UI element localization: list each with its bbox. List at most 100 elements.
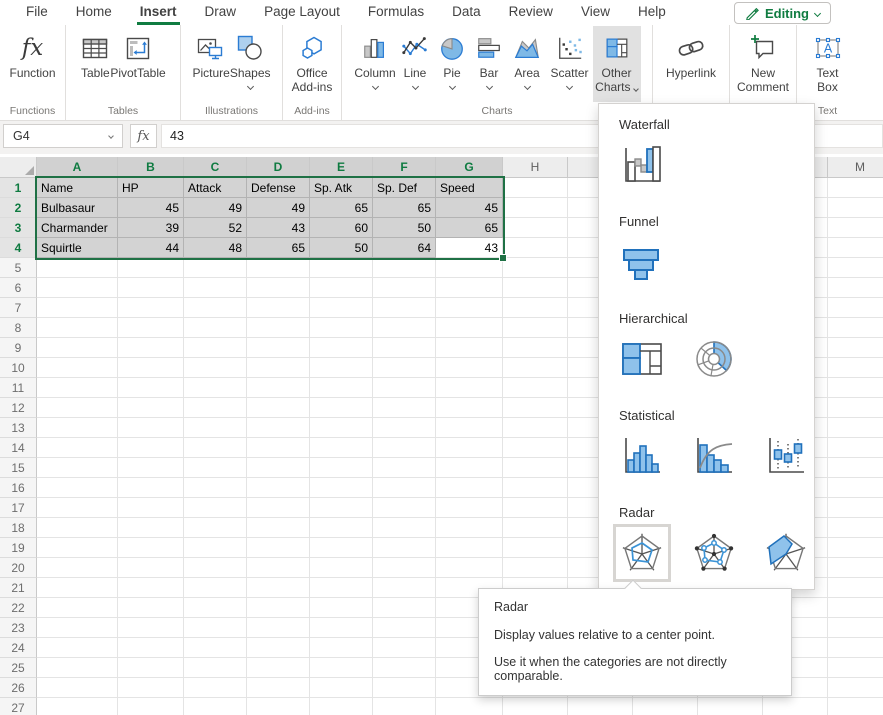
cell-M19[interactable]	[828, 538, 883, 558]
cell-H27[interactable]	[503, 698, 568, 715]
menu-item-treemap-icon[interactable]	[619, 336, 665, 382]
cell-M7[interactable]	[828, 298, 883, 318]
row-header-17[interactable]: 17	[0, 498, 37, 518]
cell-F14[interactable]	[373, 438, 436, 458]
tab-file[interactable]: File	[12, 0, 62, 25]
column-header-D[interactable]: D	[247, 157, 310, 178]
row-header-20[interactable]: 20	[0, 558, 37, 578]
cell-A18[interactable]	[37, 518, 118, 538]
cell-H10[interactable]	[503, 358, 568, 378]
cell-E2[interactable]: 65	[310, 198, 373, 218]
row-header-23[interactable]: 23	[0, 618, 37, 638]
cell-J27[interactable]	[633, 698, 698, 715]
cell-F3[interactable]: 50	[373, 218, 436, 238]
cell-A13[interactable]	[37, 418, 118, 438]
cell-A9[interactable]	[37, 338, 118, 358]
cell-D1[interactable]: Defense	[247, 178, 310, 198]
tab-draw[interactable]: Draw	[191, 0, 251, 25]
cell-L27[interactable]	[763, 698, 828, 715]
cell-D21[interactable]	[247, 578, 310, 598]
cell-B19[interactable]	[118, 538, 184, 558]
cell-E27[interactable]	[310, 698, 373, 715]
menu-item-filled-radar-icon[interactable]	[763, 530, 809, 576]
cell-C19[interactable]	[184, 538, 247, 558]
cell-D25[interactable]	[247, 658, 310, 678]
cell-E3[interactable]: 60	[310, 218, 373, 238]
cell-M3[interactable]	[828, 218, 883, 238]
cell-H5[interactable]	[503, 258, 568, 278]
cell-E9[interactable]	[310, 338, 373, 358]
cell-D22[interactable]	[247, 598, 310, 618]
cell-F22[interactable]	[373, 598, 436, 618]
cell-B8[interactable]	[118, 318, 184, 338]
cell-B20[interactable]	[118, 558, 184, 578]
cell-D17[interactable]	[247, 498, 310, 518]
menu-item-waterfall-icon[interactable]	[619, 142, 665, 188]
cell-D23[interactable]	[247, 618, 310, 638]
cell-C20[interactable]	[184, 558, 247, 578]
cell-B13[interactable]	[118, 418, 184, 438]
cell-H12[interactable]	[503, 398, 568, 418]
cell-D26[interactable]	[247, 678, 310, 698]
cell-C13[interactable]	[184, 418, 247, 438]
cell-D8[interactable]	[247, 318, 310, 338]
cell-B26[interactable]	[118, 678, 184, 698]
cell-C1[interactable]: Attack	[184, 178, 247, 198]
cell-G14[interactable]	[436, 438, 503, 458]
row-header-26[interactable]: 26	[0, 678, 37, 698]
cell-C24[interactable]	[184, 638, 247, 658]
cell-E25[interactable]	[310, 658, 373, 678]
cell-G2[interactable]: 45	[436, 198, 503, 218]
cell-D12[interactable]	[247, 398, 310, 418]
cell-H20[interactable]	[503, 558, 568, 578]
tab-data[interactable]: Data	[438, 0, 495, 25]
cell-F9[interactable]	[373, 338, 436, 358]
cell-D6[interactable]	[247, 278, 310, 298]
cell-H19[interactable]	[503, 538, 568, 558]
menu-item-radar-markers-icon[interactable]	[691, 530, 737, 576]
cell-G13[interactable]	[436, 418, 503, 438]
cell-C21[interactable]	[184, 578, 247, 598]
cell-A14[interactable]	[37, 438, 118, 458]
cell-M22[interactable]	[828, 598, 883, 618]
cell-E23[interactable]	[310, 618, 373, 638]
cell-G3[interactable]: 65	[436, 218, 503, 238]
cell-C17[interactable]	[184, 498, 247, 518]
tab-formulas[interactable]: Formulas	[354, 0, 438, 25]
cell-C7[interactable]	[184, 298, 247, 318]
cell-H13[interactable]	[503, 418, 568, 438]
cell-B5[interactable]	[118, 258, 184, 278]
column-header-F[interactable]: F	[373, 157, 436, 178]
cell-D15[interactable]	[247, 458, 310, 478]
cell-C18[interactable]	[184, 518, 247, 538]
column-header-B[interactable]: B	[118, 157, 184, 178]
cell-M18[interactable]	[828, 518, 883, 538]
cell-D9[interactable]	[247, 338, 310, 358]
cell-G7[interactable]	[436, 298, 503, 318]
cell-M24[interactable]	[828, 638, 883, 658]
cell-M10[interactable]	[828, 358, 883, 378]
cell-H2[interactable]	[503, 198, 568, 218]
cell-A12[interactable]	[37, 398, 118, 418]
cell-D20[interactable]	[247, 558, 310, 578]
cell-B6[interactable]	[118, 278, 184, 298]
cell-A25[interactable]	[37, 658, 118, 678]
cell-E10[interactable]	[310, 358, 373, 378]
row-header-6[interactable]: 6	[0, 278, 37, 298]
row-header-24[interactable]: 24	[0, 638, 37, 658]
row-header-18[interactable]: 18	[0, 518, 37, 538]
cell-M21[interactable]	[828, 578, 883, 598]
cell-G6[interactable]	[436, 278, 503, 298]
row-header-10[interactable]: 10	[0, 358, 37, 378]
cell-F6[interactable]	[373, 278, 436, 298]
cell-E22[interactable]	[310, 598, 373, 618]
cell-G27[interactable]	[436, 698, 503, 715]
row-header-9[interactable]: 9	[0, 338, 37, 358]
cell-A5[interactable]	[37, 258, 118, 278]
cell-B10[interactable]	[118, 358, 184, 378]
tab-home[interactable]: Home	[62, 0, 126, 25]
tab-insert[interactable]: Insert	[126, 0, 191, 25]
cell-F7[interactable]	[373, 298, 436, 318]
cell-E6[interactable]	[310, 278, 373, 298]
cell-D13[interactable]	[247, 418, 310, 438]
